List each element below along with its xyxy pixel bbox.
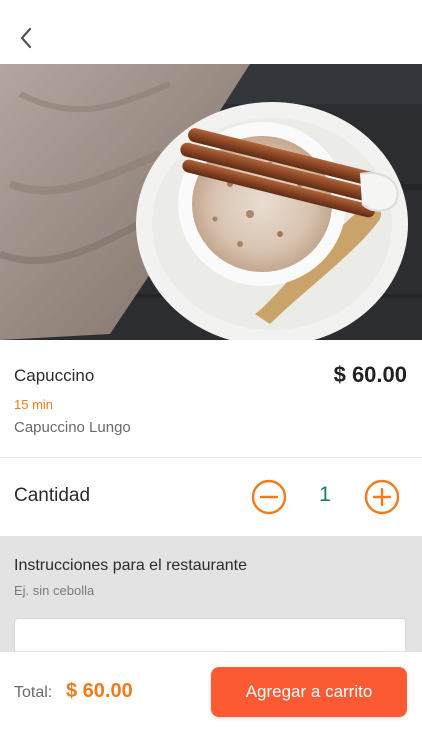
quantity-row: Cantidad 1 xyxy=(0,458,422,536)
product-info: Capuccino $ 60.00 15 min Capuccino Lungo xyxy=(0,340,422,457)
increment-button[interactable] xyxy=(364,479,400,515)
add-to-cart-button[interactable]: Agregar a carrito xyxy=(211,667,407,717)
prep-time: 15 min xyxy=(14,397,54,412)
instructions-hint: Ej. sin cebolla xyxy=(14,583,95,598)
product-image xyxy=(0,64,422,340)
total-label: Total: xyxy=(14,684,53,701)
instructions-title: Instrucciones para el restaurante xyxy=(14,557,248,574)
footer: Total: $ 60.00 Agregar a carrito xyxy=(0,651,422,750)
total-value: $ 60.00 xyxy=(66,680,133,702)
top-bar xyxy=(0,0,422,64)
decrement-button[interactable] xyxy=(251,479,287,515)
product-name: Capuccino xyxy=(14,366,95,385)
minus-circle-icon xyxy=(251,479,287,515)
chevron-left-icon xyxy=(20,27,32,49)
plus-circle-icon xyxy=(364,479,400,515)
back-button[interactable] xyxy=(12,24,40,52)
quantity-value: 1 xyxy=(319,483,331,506)
product-price: $ 60.00 xyxy=(333,362,407,387)
product-description: Capuccino Lungo xyxy=(14,419,131,436)
instructions-section: Instrucciones para el restaurante Ej. si… xyxy=(0,536,422,658)
quantity-label: Cantidad xyxy=(14,485,91,506)
